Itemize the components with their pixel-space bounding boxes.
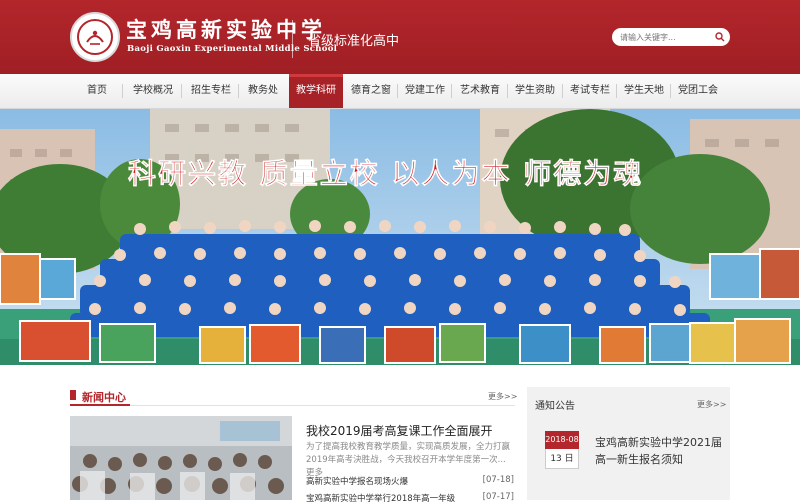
nav-item-about[interactable]: 学校概况 — [126, 74, 180, 108]
nav-item-student-world[interactable]: 学生天地 — [619, 74, 669, 108]
nav-item-union[interactable]: 党团工会 — [673, 74, 723, 108]
nav-item-exams[interactable]: 考试专栏 — [565, 74, 615, 108]
nav-item-art-education[interactable]: 艺术教育 — [454, 74, 506, 108]
header-divider — [292, 20, 293, 58]
news-photo-image — [70, 416, 292, 500]
news-section-marker — [70, 390, 76, 400]
banner-photo: 科研兴教 质量立校 以人为本 师德为魂 — [0, 109, 800, 365]
news-item-date: [07-18] — [482, 475, 514, 485]
nav-separator — [238, 84, 239, 98]
nav-item-admissions[interactable]: 招生专栏 — [184, 74, 238, 108]
logo-figure-icon — [86, 30, 104, 45]
logo-emblem-icon — [77, 19, 113, 55]
site-header: 宝鸡高新实验中学 Baoji Gaoxin Experimental Middl… — [0, 0, 800, 74]
nav-separator — [397, 84, 398, 98]
news-headline[interactable]: 我校2019届考高复课工作全面展开 — [306, 422, 493, 439]
notice-item-title[interactable]: 宝鸡高新实验中学2021届高一新生报名须知 — [595, 434, 723, 468]
nav-item-party-building[interactable]: 党建工作 — [400, 74, 450, 108]
news-item-title[interactable]: 高新实验中学报名现场火爆 — [306, 475, 408, 487]
search-button[interactable] — [712, 29, 728, 45]
nav-separator — [562, 84, 563, 98]
nav-separator — [616, 84, 617, 98]
school-tagline: 省级标准化高中 — [308, 34, 400, 49]
news-photo[interactable] — [70, 416, 292, 500]
nav-item-moral-education[interactable]: 德育之窗 — [346, 74, 396, 108]
main-nav: 首页 学校概况 招生专栏 教务处 教学科研 德育之窗 党建工作 艺术教育 学生资… — [0, 74, 800, 109]
school-name-cn: 宝鸡高新实验中学 — [126, 17, 326, 42]
nav-separator — [122, 84, 123, 98]
notice-section-title: 通知公告 — [535, 401, 575, 412]
school-logo[interactable] — [70, 12, 120, 62]
banner-slogan: 科研兴教 质量立校 以人为本 师德为魂 — [128, 157, 643, 190]
nav-separator — [451, 84, 452, 98]
list-item[interactable]: 高新实验中学报名现场火爆 [07-18] — [306, 475, 514, 487]
school-name-en: Baoji Gaoxin Experimental Middle School — [127, 44, 338, 54]
nav-separator — [181, 84, 182, 98]
nav-separator — [507, 84, 508, 98]
news-item-date: [07-17] — [482, 492, 514, 502]
news-item-title[interactable]: 宝鸡高新实验中学举行2018年高一年级 — [306, 492, 455, 504]
news-divider-accent — [70, 404, 130, 406]
notice-more-link[interactable]: 更多>> — [697, 399, 726, 410]
nav-item-student-aid[interactable]: 学生资助 — [510, 74, 560, 108]
nav-item-research[interactable]: 教学科研 — [289, 74, 343, 108]
notice-date-day: 13 日 — [550, 454, 574, 464]
news-section-title: 新闻中心 — [82, 391, 126, 404]
list-item[interactable]: 宝鸡高新实验中学举行2018年高一年级 [07-17] — [306, 492, 514, 504]
notice-date-year-month: 2018-08 — [545, 431, 579, 449]
nav-separator — [670, 84, 671, 98]
news-divider — [70, 405, 515, 406]
nav-item-academic-affairs[interactable]: 教务处 — [240, 74, 286, 108]
nav-item-home[interactable]: 首页 — [72, 74, 122, 108]
search-icon — [715, 32, 725, 42]
hero-banner[interactable]: 科研兴教 质量立校 以人为本 师德为魂 — [0, 109, 800, 365]
news-more-link[interactable]: 更多>> — [488, 391, 517, 402]
